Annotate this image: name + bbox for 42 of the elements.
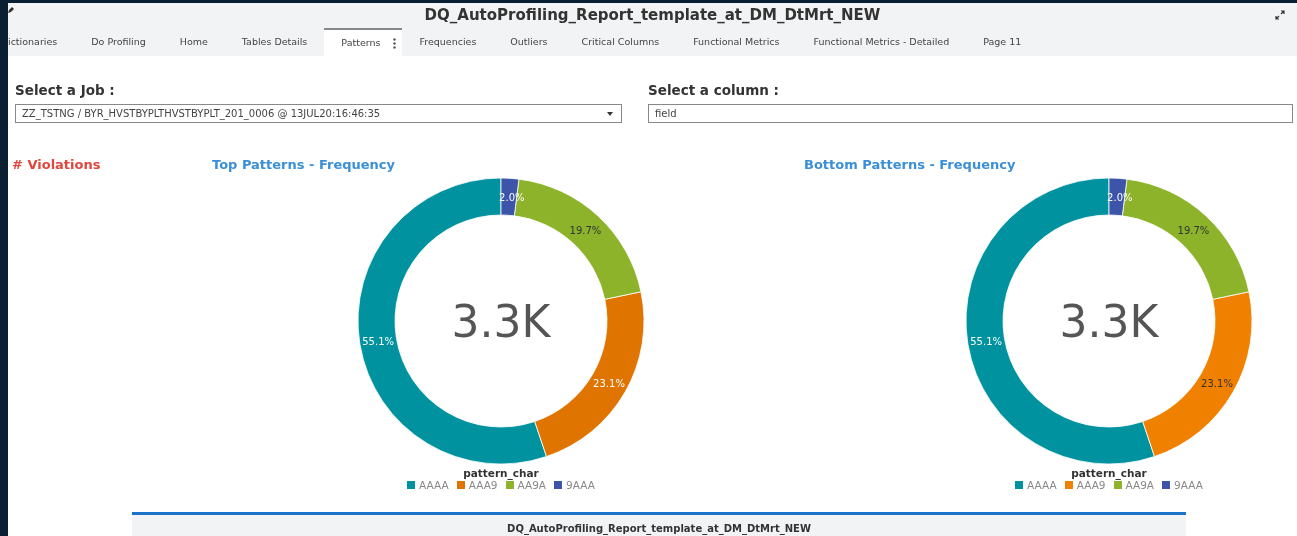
pencil-icon[interactable]	[8, 7, 14, 13]
data-label: 55.1%	[362, 336, 394, 348]
total-value: 3.3K	[451, 296, 551, 348]
data-label: 19.7%	[569, 224, 602, 236]
legend-label: 9AAA	[1174, 479, 1203, 492]
tab[interactable]: Functional Metrics - Detailed	[796, 28, 967, 56]
tab[interactable]: Page 11	[966, 28, 1039, 56]
legend-label: AAAA	[1027, 479, 1057, 492]
tab[interactable]: Critical Columns	[564, 28, 677, 56]
caret-icon[interactable]	[607, 111, 613, 116]
column-field[interactable]: field	[648, 104, 1293, 124]
tab[interactable]: Functional Metrics	[676, 28, 797, 56]
window-title: DQ_AutoProfiling_Report_template_at_DM_DtMrt_NEW	[507, 523, 811, 534]
data-label: 19.7%	[1177, 224, 1210, 236]
tab[interactable]: ictionaries	[8, 28, 75, 56]
tab[interactable]: Do Profiling	[74, 28, 163, 56]
legend-label: AA9A	[517, 479, 547, 492]
legend-label: AAA9	[1076, 479, 1106, 492]
field-label: Select a Job :	[15, 82, 115, 98]
expand-icon[interactable]	[1275, 10, 1285, 20]
tab[interactable]: Home	[162, 28, 225, 56]
legend-label: AAAA	[419, 479, 449, 492]
tab[interactable]: Tables Details	[224, 28, 325, 56]
legend-label: AAA9	[468, 479, 498, 492]
tab[interactable]: Frequencies	[402, 28, 494, 56]
legend-label: AA9A	[1125, 479, 1155, 492]
tab[interactable]: Patterns	[324, 28, 403, 56]
chart-title: Top Patterns - Frequency	[212, 157, 396, 173]
job-dropdown[interactable]: ZZ_TSTNG / BYR_HVSTBYPLTHVSTBYPLT_201_0006 @ 13JUL20:16:46:35	[15, 104, 622, 124]
more-icon[interactable]	[393, 37, 397, 49]
chart-title: Bottom Patterns - Frequency	[804, 157, 1016, 173]
total-value: 3.3K	[1059, 296, 1159, 348]
tab[interactable]: Outliers	[493, 28, 565, 56]
window-title: DQ_AutoProfiling_Report_template_at_DM_DtMrt_NEW	[424, 6, 881, 25]
data-label: 23.1%	[1201, 378, 1233, 390]
violations-title: # Violations	[12, 157, 101, 173]
data-label: 23.1%	[593, 378, 625, 390]
data-label: 55.1%	[970, 336, 1002, 348]
legend-title: pattern_char	[1071, 467, 1147, 480]
legend-label: 9AAA	[566, 479, 595, 492]
field-label: Select a column :	[648, 82, 779, 98]
legend-title: pattern_char	[463, 467, 539, 480]
